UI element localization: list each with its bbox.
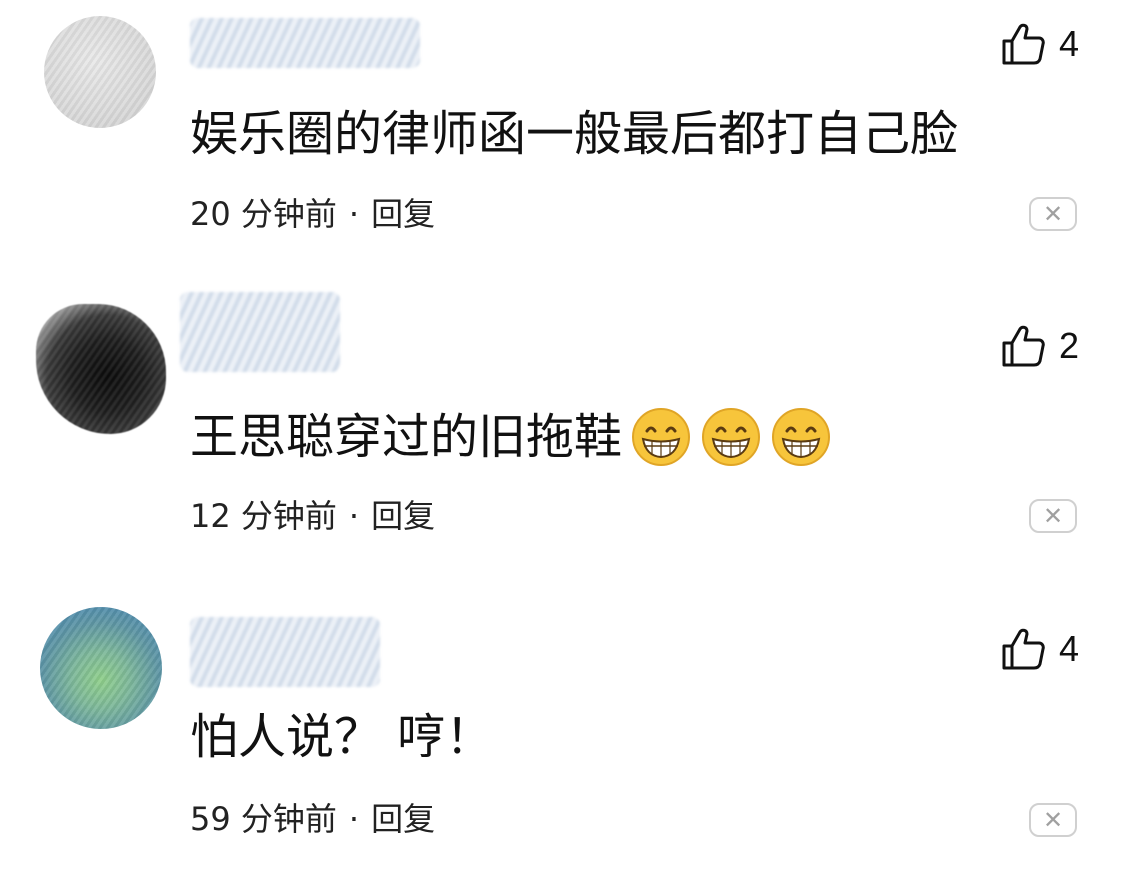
- comment-item: 4 娱乐圈的律师函一般最后都打自己脸 20 分钟前 · 回复 ✕: [0, 0, 1125, 300]
- grin-emoji-icon: [702, 408, 761, 466]
- close-button[interactable]: ✕: [1029, 499, 1077, 533]
- comment-time: 12 分钟前: [190, 497, 337, 535]
- like-count: 4: [1058, 23, 1079, 64]
- comment-time: 20 分钟前: [190, 195, 337, 233]
- close-icon: ✕: [1042, 502, 1064, 530]
- grin-emoji-icon: [772, 408, 831, 466]
- comment-item: 4 怕人说？ 哼！ 59 分钟前 · 回复 ✕: [0, 595, 1125, 895]
- comment-text: 怕人说？ 哼！: [190, 707, 493, 767]
- thumbs-up-icon: [1002, 23, 1045, 65]
- username-redacted: [180, 292, 340, 372]
- comment-text: 王思聪穿过的旧拖鞋: [190, 406, 832, 468]
- separator-dot: ·: [348, 497, 360, 535]
- avatar[interactable]: [40, 607, 162, 729]
- comment-text-content: 娱乐圈的律师函一般最后都打自己脸: [190, 106, 959, 162]
- close-icon: ✕: [1042, 806, 1064, 834]
- separator-dot: ·: [348, 195, 360, 233]
- like-button[interactable]: 4: [1001, 627, 1079, 671]
- comment-time: 59 分钟前: [190, 800, 337, 838]
- separator-dot: ·: [348, 800, 360, 838]
- grin-emoji-icon: [632, 408, 691, 466]
- like-count: 2: [1058, 325, 1079, 366]
- close-icon: ✕: [1042, 200, 1064, 228]
- reply-link[interactable]: 回复: [371, 497, 435, 535]
- reply-link[interactable]: 回复: [371, 800, 435, 838]
- reply-link[interactable]: 回复: [371, 195, 435, 233]
- avatar-blur: [44, 16, 156, 128]
- avatar[interactable]: [44, 16, 156, 128]
- username-redacted: [190, 617, 380, 687]
- like-count: 4: [1058, 628, 1079, 669]
- username-redacted: [190, 18, 420, 68]
- comment-item: 2 王思聪穿过的旧拖鞋 12 分钟前 · 回复 ✕: [0, 282, 1125, 582]
- comment-meta: 20 分钟前 · 回复: [190, 194, 435, 234]
- thumbs-up-icon: [1002, 325, 1045, 367]
- close-button[interactable]: ✕: [1029, 803, 1077, 837]
- comment-text-content: 王思聪穿过的旧拖鞋: [190, 409, 623, 465]
- comment-text-content: 怕人说？ 哼！: [190, 709, 494, 765]
- avatar-blur: [36, 304, 166, 434]
- like-button[interactable]: 2: [1001, 324, 1079, 368]
- close-button[interactable]: ✕: [1029, 197, 1077, 231]
- like-button[interactable]: 4: [1001, 22, 1079, 66]
- thumbs-up-icon: [1002, 628, 1045, 670]
- comment-meta: 12 分钟前 · 回复: [190, 496, 435, 536]
- avatar[interactable]: [36, 304, 166, 434]
- comment-text: 娱乐圈的律师函一般最后都打自己脸: [190, 104, 958, 164]
- comment-meta: 59 分钟前 · 回复: [190, 799, 435, 839]
- avatar-blur: [40, 607, 162, 729]
